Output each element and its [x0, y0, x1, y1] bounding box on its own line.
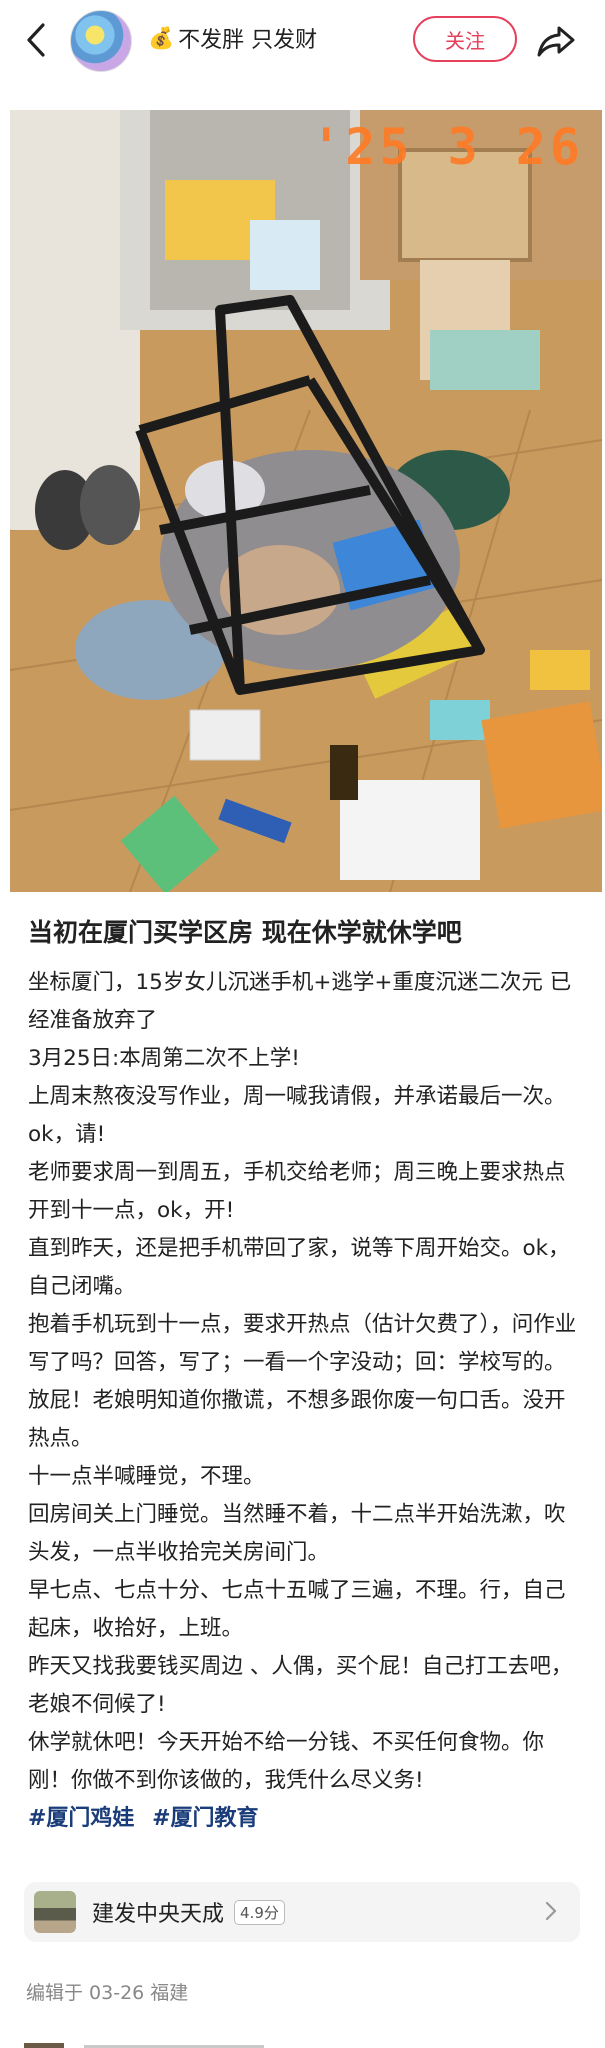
post-paragraph: 十一点半喊睡觉，不理。	[28, 1464, 265, 1489]
post-paragraph: 回房间关上门睡觉。当然睡不着，十二点半开始洗漱，吹头发，一点半收拾完关房间门。	[28, 1502, 566, 1565]
follow-button[interactable]: 关注	[413, 16, 517, 62]
back-icon[interactable]	[20, 22, 52, 58]
post-photo[interactable]: '25 3 26	[10, 110, 602, 892]
post-paragraph: 老师要求周一到周五，手机交给老师；周三晚上要求热点开到十一点，ok，开!	[28, 1160, 566, 1223]
location-thumbnail	[34, 1891, 76, 1933]
location-name: 建发中央天成	[92, 1902, 225, 1927]
post-paragraph: 坐标厦门，15岁女儿沉迷手机+逃学+重度沉迷二次元 已经准备放弃了	[28, 970, 572, 1033]
post-paragraph: 上周末熬夜没写作业，周一喊我请假，并承诺最后一次。ok，请!	[28, 1084, 566, 1147]
post-paragraph: 3月25日:本周第二次不上学!	[28, 1046, 300, 1071]
chevron-right-icon	[544, 1900, 558, 1922]
hashtag-link[interactable]: #厦门教育	[152, 1806, 258, 1831]
post-paragraph: 早七点、七点十分、七点十五喊了三遍，不理。行，自己起床，收拾好，上班。	[28, 1578, 566, 1641]
location-score-badge: 4.9分	[234, 1899, 285, 1925]
hashtag-link[interactable]: #厦门鸡娃	[28, 1806, 134, 1831]
post-tags: #厦门鸡娃 #厦门教育	[28, 1800, 578, 1838]
username[interactable]: 💰 不发胖 只发财	[148, 22, 317, 54]
avatar[interactable]	[70, 10, 132, 72]
post-paragraph: 昨天又找我要钱买周边 、人偶，买个屁！自己打工去吧，老娘不伺候了!	[28, 1654, 573, 1717]
post-content: 当初在厦门买学区房 现在休学就休学吧 坐标厦门，15岁女儿沉迷手机+逃学+重度沉…	[28, 916, 578, 1838]
share-icon[interactable]	[535, 20, 577, 62]
next-item-peek	[24, 2036, 584, 2048]
post-title: 当初在厦门买学区房 现在休学就休学吧	[28, 918, 462, 947]
top-bar: 💰 不发胖 只发财 关注	[0, 0, 605, 82]
post-paragraph: 直到昨天，还是把手机带回了家，说等下周开始交。ok，自己闭嘴。	[28, 1236, 570, 1299]
username-text: 不发胖 只发财	[178, 28, 318, 53]
post-paragraph: 抱着手机玩到十一点，要求开热点（估计欠费了），问作业写了吗？回答，写了；一看一个…	[28, 1312, 577, 1451]
money-bag-icon: 💰	[148, 25, 175, 50]
post-paragraph: 休学就休吧！今天开始不给一分钱、不买任何食物。你刚！你做不到你该做的，我凭什么尽…	[28, 1730, 545, 1793]
edit-info: 编辑于 03-26 福建	[26, 1982, 189, 2004]
location-card[interactable]: 建发中央天成 4.9分	[24, 1882, 580, 1942]
photo-date-stamp: '25 3 26	[311, 118, 584, 176]
post-body: 坐标厦门，15岁女儿沉迷手机+逃学+重度沉迷二次元 已经准备放弃了 3月25日:…	[28, 964, 578, 1800]
